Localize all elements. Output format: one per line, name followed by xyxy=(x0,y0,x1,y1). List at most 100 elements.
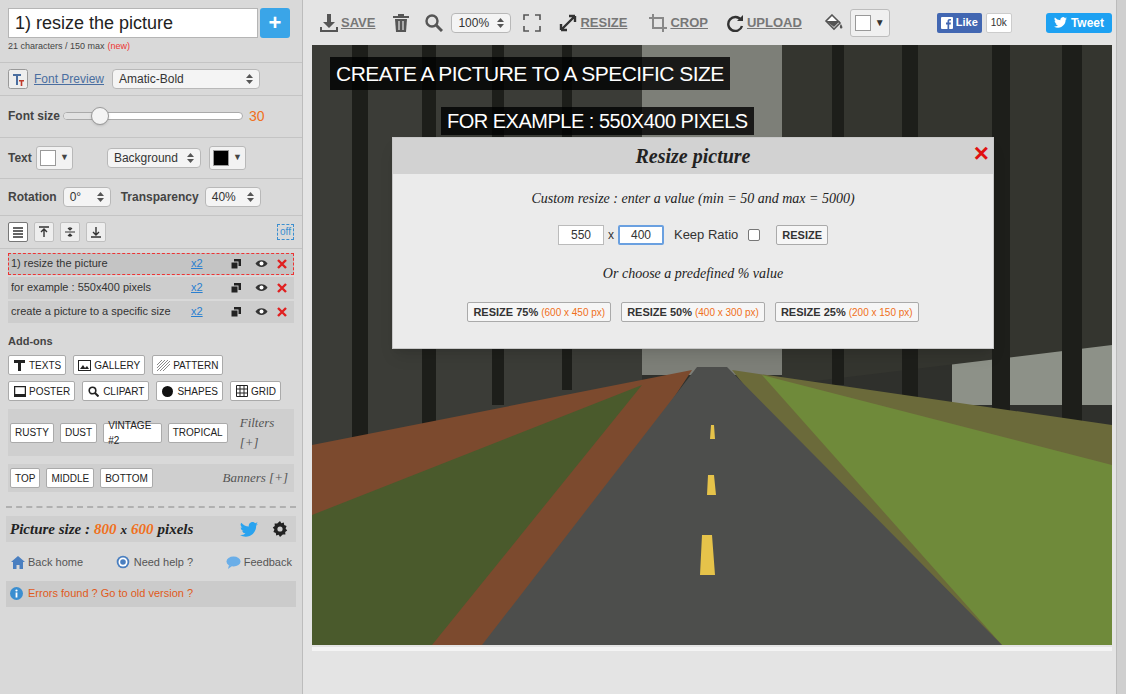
filter-button[interactable]: TROPICAL xyxy=(168,423,228,443)
addon-button[interactable]: CLIPART xyxy=(82,381,149,401)
banner-button[interactable]: MIDDLE xyxy=(46,468,94,488)
delete-icon[interactable] xyxy=(275,283,289,293)
footer-link-label[interactable]: Need help ? xyxy=(134,554,193,571)
picture-canvas[interactable]: CREATE A PICTURE TO A SPECIFIC SIZE FOR E… xyxy=(312,45,1112,645)
fill-color-picker[interactable]: ▼ xyxy=(850,9,890,37)
resize-submit-button[interactable]: RESIZE xyxy=(776,225,828,245)
separator xyxy=(0,248,302,249)
trash-icon[interactable] xyxy=(393,14,409,32)
width-input[interactable] xyxy=(558,225,604,245)
footer-link-label[interactable]: Back home xyxy=(28,554,83,571)
banner-button[interactable]: TOP xyxy=(10,468,40,488)
times-sign: x xyxy=(121,520,128,540)
delete-icon[interactable] xyxy=(275,307,289,317)
footer-link-label[interactable]: Feedback xyxy=(244,554,292,571)
info-icon xyxy=(10,587,23,600)
background-select[interactable]: Background xyxy=(107,148,201,168)
addon-button[interactable]: GALLERY xyxy=(73,355,145,375)
error-box[interactable]: Errors found ? Go to old version ? xyxy=(6,581,296,607)
addon-button[interactable]: PATTERN xyxy=(152,355,223,375)
zoom-select[interactable]: 100% xyxy=(451,13,511,33)
filter-button[interactable]: RUSTY xyxy=(10,423,54,443)
save-button[interactable]: SAVE xyxy=(320,13,375,33)
filter-button[interactable]: VINTAGE #2 xyxy=(103,423,162,443)
addon-button[interactable]: SHAPES xyxy=(156,381,223,401)
font-size-row: Font size30 xyxy=(0,96,302,137)
transparency-label: Transparency xyxy=(121,188,199,206)
layer-row[interactable]: 1) resize the picturex2 xyxy=(8,253,294,275)
paint-bucket-icon[interactable] xyxy=(824,14,844,32)
old-version-link[interactable]: Errors found ? Go to old version ? xyxy=(28,585,193,602)
canvas-text-layer[interactable]: CREATE A PICTURE TO A SPECIFIC SIZE xyxy=(330,57,730,90)
canvas-text-layer[interactable]: FOR EXAMPLE : 550X400 PIXELS xyxy=(441,107,754,135)
slider-thumb[interactable] xyxy=(91,107,109,125)
alignment-button[interactable] xyxy=(60,222,80,242)
duplicate-link[interactable]: x2 xyxy=(191,279,225,296)
visibility-eye-icon[interactable] xyxy=(247,259,275,268)
layer-row[interactable]: for example : 550x400 pixelsx2 xyxy=(8,277,294,299)
zoom-magnifier-icon[interactable] xyxy=(425,14,443,32)
font-preview-icon[interactable] xyxy=(8,69,28,89)
rotation-select[interactable]: 0° xyxy=(63,187,111,207)
counter-text: 21 characters / 150 max xyxy=(8,40,105,54)
copy-icon[interactable] xyxy=(225,259,247,269)
close-button[interactable]: × xyxy=(974,140,989,166)
addon-button[interactable]: TEXTS xyxy=(8,355,66,375)
alignment-button[interactable] xyxy=(34,222,54,242)
text-input[interactable] xyxy=(8,8,258,38)
visibility-eye-icon[interactable] xyxy=(247,307,275,316)
new-badge: (new) xyxy=(108,40,131,54)
transparency-select[interactable]: 40% xyxy=(205,187,261,207)
text-color-picker[interactable]: ▼ xyxy=(36,146,73,170)
footer-link[interactable]: Feedback xyxy=(226,554,292,571)
grid-icon xyxy=(235,385,248,397)
footer-link[interactable]: Back home xyxy=(10,554,83,571)
more-link[interactable]: Banners [+] xyxy=(223,468,292,488)
font-size-slider[interactable] xyxy=(63,112,243,120)
copy-icon[interactable] xyxy=(225,283,247,293)
more-link[interactable]: Filters [+] xyxy=(240,413,292,452)
crop-button[interactable]: CROP xyxy=(649,13,708,33)
addon-button[interactable]: GRID xyxy=(230,381,281,401)
settings-gear-icon[interactable] xyxy=(272,521,288,537)
alignment-button[interactable] xyxy=(86,222,106,242)
tweet-label: Tweet xyxy=(1071,14,1104,32)
banners-row: TOP MIDDLE BOTTOM Banners [+] xyxy=(8,464,294,492)
delete-icon[interactable] xyxy=(275,259,289,269)
duplicate-link[interactable]: x2 xyxy=(191,255,225,272)
add-text-button[interactable]: + xyxy=(260,8,290,38)
copy-icon[interactable] xyxy=(225,307,247,317)
height-input[interactable] xyxy=(618,225,664,245)
auto-toggle[interactable]: off xyxy=(277,224,294,240)
preset-button[interactable]: RESIZE 75%(600 x 450 px) xyxy=(467,302,611,322)
layer-row[interactable]: create a picture to a specific sizex2 xyxy=(8,301,294,323)
upload-button[interactable]: UPLOAD xyxy=(726,13,802,33)
filter-button[interactable]: DUST xyxy=(60,423,97,443)
tweet-button[interactable]: Tweet xyxy=(1046,13,1112,33)
preset-button[interactable]: RESIZE 25%(200 x 150 px) xyxy=(775,302,919,322)
font-select[interactable]: Amatic-Bold xyxy=(112,69,260,89)
facebook-like-button[interactable]: Like xyxy=(937,13,982,33)
preset-button[interactable]: RESIZE 50%(400 x 300 px) xyxy=(621,302,765,322)
addon-label: CLIPART xyxy=(103,384,144,399)
addon-label: GRID xyxy=(251,384,276,399)
background-color-picker[interactable]: ▼ xyxy=(209,146,246,170)
font-preview-link[interactable]: Font Preview xyxy=(34,70,104,88)
twitter-bird-icon[interactable] xyxy=(240,522,258,537)
resize-button[interactable]: RESIZE xyxy=(559,13,627,33)
fullscreen-icon[interactable] xyxy=(523,14,541,32)
visibility-eye-icon[interactable] xyxy=(247,283,275,292)
picture-size: Picture size :800x600pixels xyxy=(10,518,193,541)
addon-button[interactable]: POSTER xyxy=(8,381,75,401)
scrollbar[interactable] xyxy=(1116,0,1126,694)
gallery-icon xyxy=(78,359,91,371)
footer-link[interactable]: Need help ? xyxy=(116,554,193,571)
layer-label[interactable]: 1) resize the picture xyxy=(11,255,191,272)
layer-label[interactable]: create a picture to a specific size xyxy=(11,303,191,320)
layer-label[interactable]: for example : 550x400 pixels xyxy=(11,279,191,296)
preset-label: RESIZE 50% xyxy=(627,304,692,321)
keep-ratio-checkbox[interactable] xyxy=(748,229,760,241)
banner-button[interactable]: BOTTOM xyxy=(100,468,153,488)
alignment-button[interactable] xyxy=(8,222,28,242)
duplicate-link[interactable]: x2 xyxy=(191,303,225,320)
